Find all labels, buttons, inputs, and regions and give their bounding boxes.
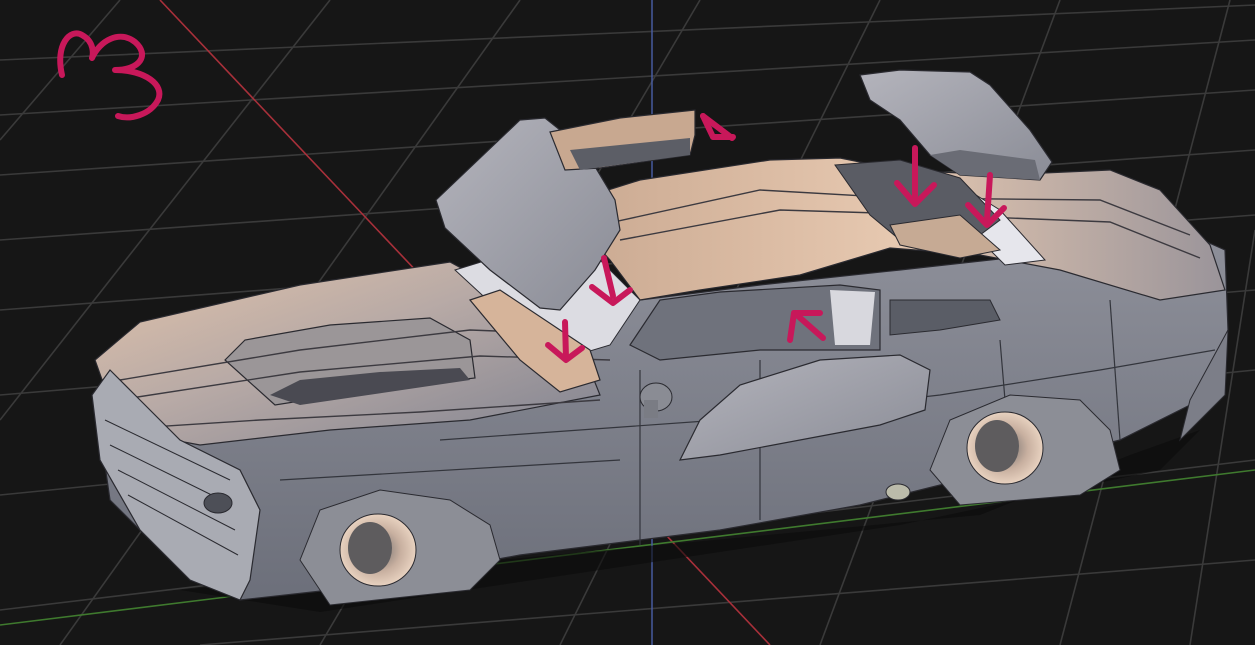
car-model[interactable] — [91, 69, 1229, 612]
arrow-icon — [700, 113, 736, 141]
headlight — [203, 492, 233, 514]
3d-viewport[interactable]: 3 — [0, 0, 1255, 645]
step-number-annotation — [57, 30, 163, 121]
viewport-canvas[interactable] — [0, 0, 1255, 645]
front-wheel — [339, 513, 417, 587]
rear-wheel — [966, 411, 1044, 485]
